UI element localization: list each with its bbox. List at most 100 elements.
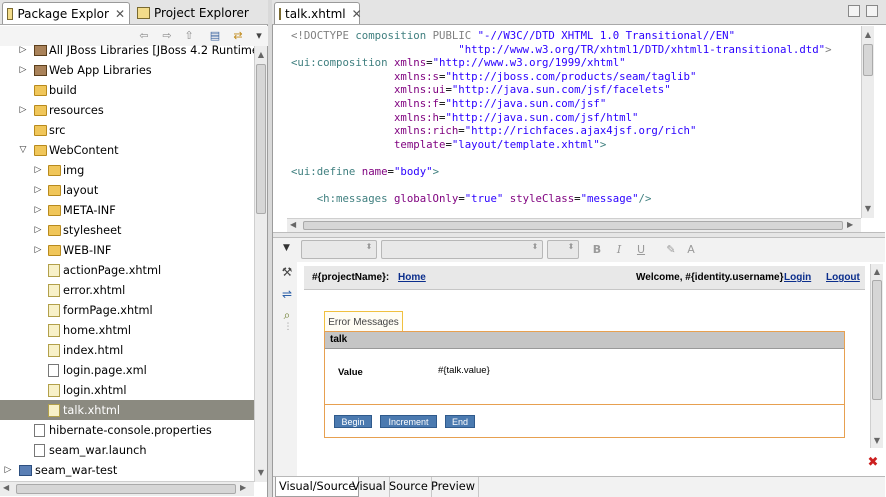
font-combo[interactable]: ⬍ — [381, 240, 543, 259]
code-line[interactable]: xmlns:rich="http://richfaces.ajax4jsf.or… — [291, 124, 696, 137]
tree-item[interactable]: build — [0, 80, 254, 100]
code-line[interactable]: xmlns:s="http://jboss.com/products/seam/… — [291, 70, 696, 83]
scroll-thumb[interactable] — [872, 280, 882, 400]
tree-item[interactable]: seam_war.launch — [0, 440, 254, 460]
tree-item-label: stylesheet — [63, 223, 122, 237]
login-link[interactable]: Login — [784, 272, 811, 283]
error-messages-box[interactable]: Error Messages — [324, 311, 403, 333]
code-line[interactable]: xmlns:h="http://java.sun.com/jsf/html" — [291, 111, 639, 124]
tab-preview[interactable]: Preview — [428, 477, 479, 497]
tree-item[interactable]: ▽ WebContent — [0, 140, 254, 160]
tab-talk-xhtml[interactable]: talk.xhtml ✕ — [274, 2, 362, 24]
tree-item[interactable]: ▷ Web App Libraries — [0, 60, 254, 80]
scroll-right-icon[interactable]: ▶ — [240, 483, 250, 492]
code-line[interactable]: <!DOCTYPE composition PUBLIC "-//W3C//DT… — [291, 29, 735, 42]
tree-item[interactable]: ▷ layout — [0, 180, 254, 200]
scroll-left-icon[interactable]: ◀ — [3, 483, 13, 492]
tree-item[interactable]: login.page.xml — [0, 360, 254, 380]
tree-item[interactable]: ▷ img — [0, 160, 254, 180]
expand-icon[interactable]: ▷ — [3, 465, 13, 475]
scroll-up-icon[interactable]: ▲ — [872, 267, 882, 276]
tree-item-selected[interactable]: talk.xhtml — [0, 400, 254, 420]
source-vertical-scrollbar[interactable]: ▲ ▼ — [861, 26, 874, 218]
tree-vertical-scrollbar[interactable]: ▲ ▼ — [254, 46, 267, 482]
scroll-thumb[interactable] — [256, 64, 266, 214]
tree-horizontal-scrollbar[interactable]: ◀ ▶ — [0, 481, 254, 496]
code-line[interactable]: xmlns:ui="http://java.sun.com/jsf/facele… — [291, 83, 671, 96]
tree-item[interactable]: formPage.xhtml — [0, 300, 254, 320]
maximize-icon[interactable] — [866, 5, 878, 17]
code-line[interactable]: <ui:define name="body"> — [291, 165, 439, 178]
tree-item[interactable]: login.xhtml — [0, 380, 254, 400]
scroll-thumb[interactable] — [16, 484, 236, 494]
code-line[interactable]: <ui:composition xmlns="http://www.w3.org… — [291, 56, 626, 69]
code-token: "http://www.w3.org/TR/xhtml1/DTD/xhtml1-… — [291, 42, 826, 56]
scroll-up-icon[interactable]: ▲ — [256, 50, 266, 60]
scroll-left-icon[interactable]: ◀ — [290, 220, 300, 229]
toolbar-menu-icon[interactable]: ▼ — [283, 243, 290, 253]
expand-icon[interactable]: ▷ — [33, 205, 43, 215]
italic-button[interactable]: I — [611, 241, 627, 259]
tree-item[interactable]: ▷ META-INF — [0, 200, 254, 220]
logout-link[interactable]: Logout — [826, 272, 860, 283]
style-combo[interactable]: ⬍ — [301, 240, 377, 259]
tab-source[interactable]: Source — [386, 477, 432, 497]
scroll-up-icon[interactable]: ▲ — [863, 30, 873, 39]
scroll-right-icon[interactable]: ▶ — [847, 220, 857, 229]
source-editor[interactable]: <!DOCTYPE composition PUBLIC "-//W3C//DT… — [287, 26, 861, 218]
close-preview-icon[interactable]: ✖ — [866, 456, 880, 470]
scroll-down-icon[interactable]: ▼ — [256, 468, 266, 478]
tree-item[interactable]: ▷ All JBoss Libraries [JBoss 4.2 Runtime… — [0, 40, 254, 60]
highlight-icon[interactable]: ✎ — [663, 241, 679, 259]
increment-button[interactable]: Increment — [380, 415, 437, 428]
drag-handle-icon[interactable]: ⋮ — [281, 320, 295, 334]
code-line[interactable]: "http://www.w3.org/TR/xhtml1/DTD/xhtml1-… — [291, 42, 832, 56]
close-icon[interactable]: ✕ — [115, 7, 125, 21]
expand-icon[interactable]: ▷ — [33, 225, 43, 235]
expand-icon[interactable]: ▷ — [18, 45, 28, 55]
sync-icon[interactable]: ⇌ — [280, 287, 294, 301]
close-icon[interactable]: ✕ — [352, 7, 362, 21]
expand-icon[interactable]: ▷ — [33, 185, 43, 195]
minimize-icon[interactable] — [848, 5, 860, 17]
code-line[interactable]: template="layout/template.xhtml"> — [291, 138, 606, 151]
tree-item[interactable]: home.xhtml — [0, 320, 254, 340]
tree-item[interactable]: src — [0, 120, 254, 140]
expand-icon[interactable]: ▷ — [18, 65, 28, 75]
expand-icon[interactable]: ▷ — [33, 245, 43, 255]
visual-vertical-scrollbar[interactable]: ▲ ▼ — [870, 264, 883, 448]
begin-button[interactable]: Begin — [334, 415, 372, 428]
scroll-thumb[interactable] — [303, 221, 843, 230]
code-token: > — [825, 42, 832, 56]
tools-icon[interactable]: ⚒ — [280, 265, 294, 279]
tree-item[interactable]: ▷ seam_war-test — [0, 460, 254, 480]
end-button[interactable]: End — [445, 415, 475, 428]
size-combo[interactable]: ⬍ — [547, 240, 579, 259]
source-horizontal-scrollbar[interactable]: ◀ ▶ — [287, 218, 861, 232]
tab-project-explorer[interactable]: Project Explorer — [133, 2, 261, 24]
view-menu-icon[interactable]: ▾ — [252, 29, 266, 43]
tree-item[interactable]: index.html — [0, 340, 254, 360]
tree-item[interactable]: ▷ WEB-INF — [0, 240, 254, 260]
tree-item[interactable]: actionPage.xhtml — [0, 260, 254, 280]
tree-item[interactable]: ▷ resources — [0, 100, 254, 120]
code-line[interactable]: <h:messages globalOnly="true" styleClass… — [291, 192, 652, 205]
tab-visual[interactable]: Visual — [349, 477, 390, 497]
tree-item[interactable]: ▷ stylesheet — [0, 220, 254, 240]
tree-item[interactable]: hibernate-console.properties — [0, 420, 254, 440]
home-link[interactable]: Home — [398, 272, 426, 283]
bold-button[interactable]: B — [589, 241, 605, 259]
tab-visual-source[interactable]: Visual/Source — [275, 477, 360, 497]
tree-item[interactable]: error.xhtml — [0, 280, 254, 300]
tab-label: Package Explor — [17, 6, 109, 21]
text-color-icon[interactable]: A — [683, 241, 699, 259]
expand-icon[interactable]: ▷ — [18, 105, 28, 115]
collapse-icon[interactable]: ▽ — [18, 145, 28, 155]
scroll-down-icon[interactable]: ▼ — [863, 204, 873, 213]
underline-button[interactable]: U — [633, 241, 649, 259]
tab-package-explorer[interactable]: Package Explor ✕ — [2, 2, 130, 24]
scroll-down-icon[interactable]: ▼ — [872, 436, 882, 445]
code-line[interactable]: xmlns:f="http://java.sun.com/jsf" — [291, 97, 606, 110]
expand-icon[interactable]: ▷ — [33, 165, 43, 175]
scroll-thumb[interactable] — [863, 44, 873, 76]
